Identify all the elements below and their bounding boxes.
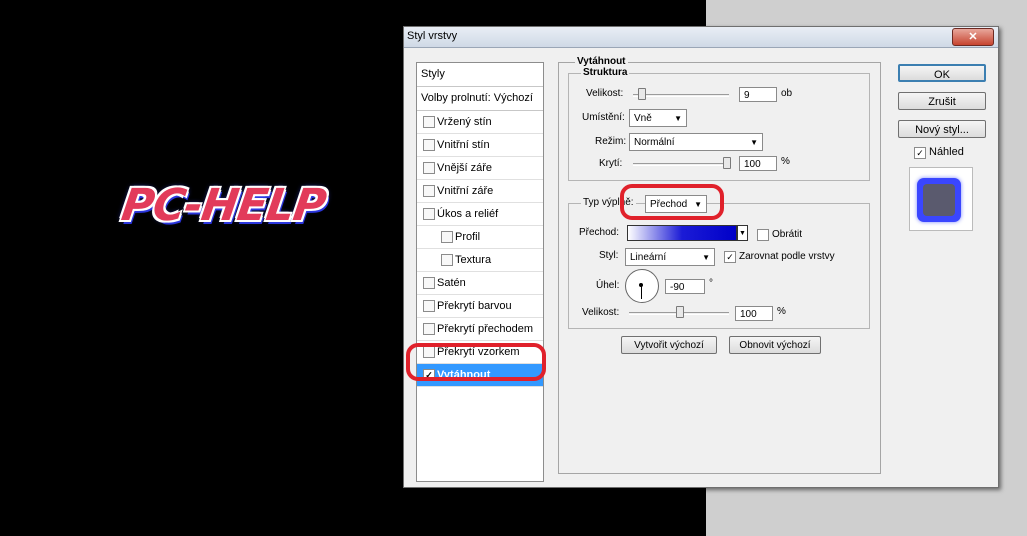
size-slider-track[interactable]	[633, 94, 729, 97]
blend-options-item[interactable]: Volby prolnutí: Výchozí	[417, 87, 543, 111]
ok-button[interactable]: OK	[898, 64, 986, 82]
structure-title: Struktura	[581, 67, 630, 78]
style-list-item[interactable]: Profil	[417, 226, 543, 249]
align-with-layer-checkbox[interactable]: ✓	[724, 251, 736, 263]
style-item-label: Vržený stín	[437, 116, 492, 128]
style-list-item[interactable]: Překrytí barvou	[417, 295, 543, 318]
make-default-button[interactable]: Vytvořit výchozí	[621, 336, 717, 354]
reset-default-button[interactable]: Obnovit výchozí	[729, 336, 821, 354]
styles-header[interactable]: Styly	[417, 63, 543, 87]
close-button[interactable]: ✕	[952, 28, 994, 46]
scale-input[interactable]: 100	[735, 306, 773, 321]
structure-group: Struktura Velikost: 9 ob Umístění: Vně ▼…	[568, 67, 870, 181]
style-checkbox[interactable]	[441, 254, 453, 266]
style-item-label: Překrytí přechodem	[437, 323, 533, 335]
styles-list: Styly Volby prolnutí: Výchozí Vržený stí…	[416, 62, 544, 482]
style-list-item[interactable]: Textura	[417, 249, 543, 272]
gradient-label: Přechod:	[579, 227, 620, 238]
style-checkbox[interactable]	[423, 277, 435, 289]
new-style-button[interactable]: Nový styl...	[898, 120, 986, 138]
stroke-section-title: Vytáhnout	[575, 56, 628, 67]
highlight-ring-stroke-item	[406, 343, 546, 381]
style-value: Lineární	[630, 252, 667, 263]
size-slider-thumb[interactable]	[637, 88, 646, 100]
position-select[interactable]: Vně ▼	[629, 109, 687, 127]
stroke-panel: Vytáhnout Struktura Velikost: 9 ob Umíst…	[558, 56, 881, 474]
style-checkbox[interactable]	[423, 208, 435, 220]
style-label: Styl:	[599, 250, 619, 261]
cancel-button[interactable]: Zrušit	[898, 92, 986, 110]
style-list-item[interactable]: Vnitřní stín	[417, 134, 543, 157]
chevron-down-icon: ▼	[750, 138, 758, 147]
size-unit: ob	[781, 88, 793, 99]
mode-select[interactable]: Normální ▼	[629, 133, 763, 151]
style-item-label: Vnitřní stín	[437, 139, 490, 151]
opacity-unit: %	[781, 156, 790, 167]
style-item-label: Úkos a reliéf	[437, 208, 499, 220]
style-checkbox[interactable]	[423, 323, 435, 335]
mode-label: Režim:	[595, 136, 627, 147]
scale-unit: %	[777, 306, 786, 317]
dialog-titlebar[interactable]: Styl vrstvy ✕	[404, 27, 998, 48]
size-label: Velikost:	[586, 88, 624, 99]
size-input[interactable]: 9	[739, 87, 777, 102]
highlight-ring-fill-type	[620, 184, 724, 220]
scale-slider-thumb[interactable]	[676, 306, 684, 318]
style-item-label: Vnější záře	[437, 162, 493, 174]
position-value: Vně	[634, 113, 652, 124]
angle-input[interactable]: -90	[665, 279, 705, 294]
opacity-slider-thumb[interactable]	[723, 157, 731, 169]
style-checkbox[interactable]	[423, 162, 435, 174]
style-checkbox[interactable]	[423, 300, 435, 312]
preview-checkbox[interactable]: ✓	[914, 147, 926, 159]
opacity-input[interactable]: 100	[739, 156, 777, 171]
chevron-down-icon: ▼	[702, 253, 710, 262]
style-list-item[interactable]: Vržený stín	[417, 111, 543, 134]
style-select[interactable]: Lineární ▼	[625, 248, 715, 266]
angle-label: Úhel:	[596, 280, 620, 291]
reverse-checkbox[interactable]	[757, 229, 769, 241]
style-item-label: Textura	[455, 254, 492, 266]
style-list-item[interactable]: Satén	[417, 272, 543, 295]
style-list-item[interactable]: Úkos a reliéf	[417, 203, 543, 226]
style-item-label: Profil	[455, 231, 481, 243]
fill-type-group: Typ výplně: Přechod ▼ Přechod: ▼ Obrátit…	[568, 195, 870, 329]
position-label: Umístění:	[582, 112, 625, 123]
pc-help-logo: PC-HELP	[118, 180, 329, 231]
style-item-label: Satén	[437, 277, 466, 289]
angle-unit: °	[709, 278, 713, 289]
scale-label: Velikost:	[582, 307, 620, 318]
style-checkbox[interactable]	[423, 139, 435, 151]
preview-label: Náhled	[929, 146, 964, 158]
style-checkbox[interactable]	[423, 185, 435, 197]
chevron-down-icon: ▼	[674, 114, 682, 123]
preview-square	[917, 178, 961, 222]
style-item-label: Vnitřní záře	[437, 185, 494, 197]
angle-dial[interactable]	[625, 269, 659, 303]
style-list-item[interactable]: Vnitřní záře	[417, 180, 543, 203]
style-list-item[interactable]: Překrytí přechodem	[417, 318, 543, 341]
angle-dial-needle	[641, 285, 642, 299]
opacity-label: Krytí:	[599, 158, 623, 169]
style-preview-thumbnail	[909, 167, 973, 231]
style-checkbox[interactable]	[423, 116, 435, 128]
align-with-layer-label: Zarovnat podle vrstvy	[739, 251, 835, 262]
mode-value: Normální	[634, 137, 675, 148]
style-checkbox[interactable]	[441, 231, 453, 243]
reverse-label: Obrátit	[772, 229, 803, 240]
dialog-title: Styl vrstvy	[407, 30, 458, 42]
gradient-swatch[interactable]	[627, 225, 737, 241]
style-item-label: Překrytí barvou	[437, 300, 512, 312]
layer-style-dialog: Styl vrstvy ✕ Styly Volby prolnutí: Vých…	[403, 26, 999, 488]
style-list-item[interactable]: Vnější záře	[417, 157, 543, 180]
opacity-slider-track[interactable]	[633, 163, 729, 166]
preview-inner	[923, 184, 955, 216]
gradient-dropdown-button[interactable]: ▼	[737, 225, 748, 241]
